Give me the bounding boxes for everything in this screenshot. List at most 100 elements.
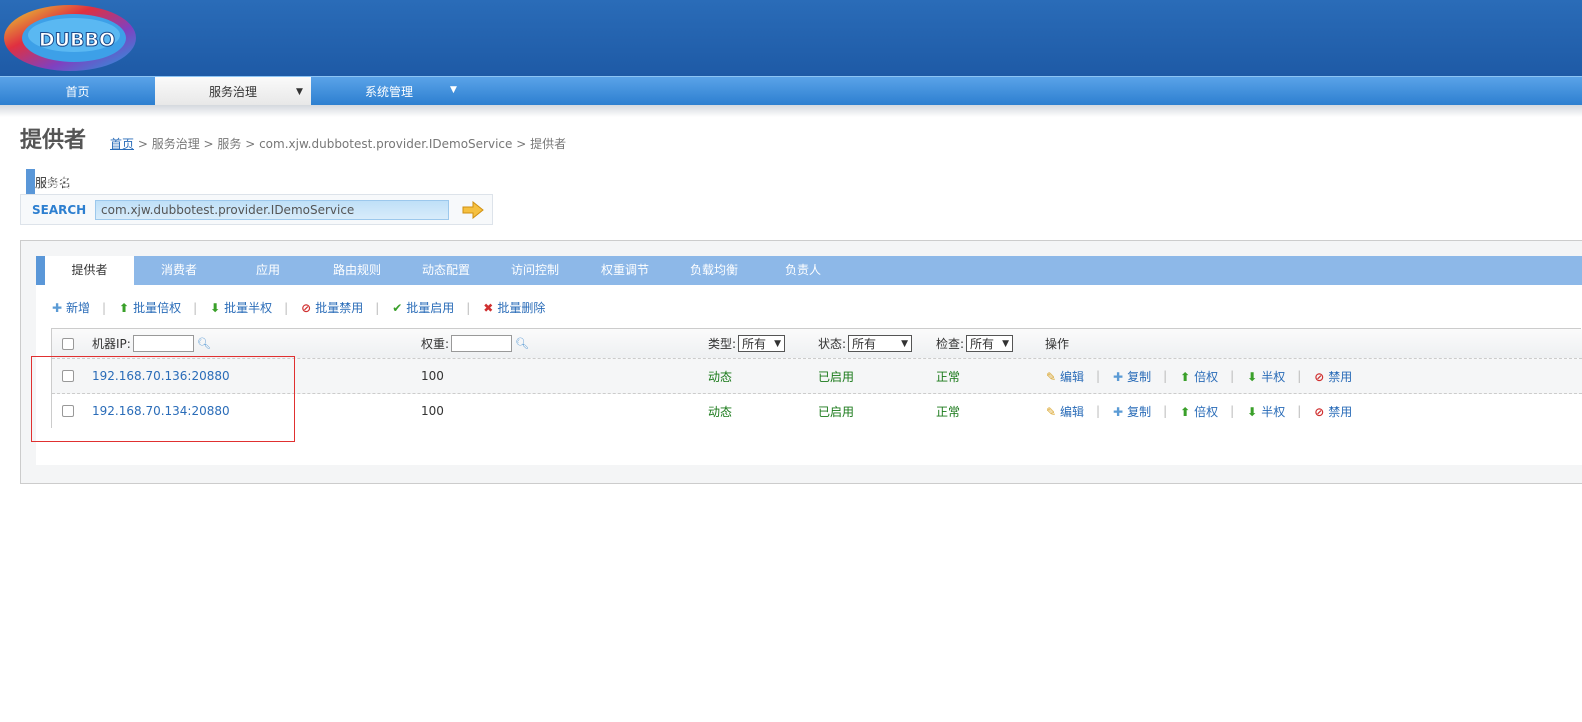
batch-disable-button[interactable]: ⊘ 批量禁用	[300, 299, 363, 316]
half-weight-button[interactable]: ⬇ 半权	[1246, 368, 1285, 385]
search-input[interactable]	[95, 200, 449, 220]
search-box: SEARCH	[20, 194, 493, 225]
ops-column-header: 操作	[1045, 337, 1070, 351]
nav-system-admin-label: 系统管理	[364, 85, 413, 99]
tab-routes[interactable]: 路由规则	[312, 256, 402, 285]
edit-label: 编辑	[1060, 404, 1085, 419]
dropdown-arrow-icon: ▼	[450, 85, 457, 95]
arrow-up-icon: ⬆	[1180, 369, 1191, 384]
status-filter-value: 所有	[852, 337, 877, 351]
double-weight-button[interactable]: ⬆ 倍权	[1179, 403, 1218, 420]
tab-dynamic-config[interactable]: 动态配置	[402, 256, 490, 285]
copy-button[interactable]: ✚ 复制	[1112, 403, 1151, 420]
arrow-up-icon: ⬆	[1180, 404, 1191, 419]
check-value: 正常	[936, 404, 961, 419]
ip-filter-input[interactable]	[132, 335, 194, 352]
arrow-down-icon: ⬇	[1247, 369, 1258, 384]
batch-delete-label: 批量删除	[497, 301, 546, 315]
tab-access-control[interactable]: 访问控制	[490, 256, 580, 285]
nav-system-admin[interactable]: 系统管理 ▼	[311, 77, 467, 105]
add-button[interactable]: ✚ 新增	[51, 299, 90, 316]
search-icon[interactable]: 🔍︎	[197, 337, 211, 350]
ban-icon: ⊘	[1314, 369, 1325, 384]
chevron-down-icon: ▼	[774, 338, 781, 349]
check-icon: ✔	[392, 301, 403, 315]
select-all-checkbox[interactable]	[62, 337, 74, 350]
plus-icon: ✚	[1113, 369, 1124, 384]
search-arrow-icon[interactable]	[462, 201, 484, 219]
batch-double-weight-label: 批量倍权	[133, 301, 182, 315]
breadcrumb-home-link[interactable]: 首页	[110, 137, 134, 151]
double-weight-button[interactable]: ⬆ 倍权	[1179, 368, 1218, 385]
batch-double-weight-button[interactable]: ⬆ 批量倍权	[118, 299, 181, 316]
divider: |	[1096, 404, 1101, 418]
divider: |	[1230, 369, 1235, 383]
disable-button[interactable]: ⊘ 禁用	[1313, 368, 1352, 385]
plus-icon: ✚	[51, 301, 63, 315]
tab-owners[interactable]: 负责人	[758, 256, 848, 285]
add-label: 新增	[66, 301, 91, 315]
tab-providers[interactable]: 提供者	[36, 256, 134, 285]
batch-half-weight-button[interactable]: ⬇ 批量半权	[209, 299, 272, 316]
batch-toolbar: ✚ 新增 | ⬆ 批量倍权 | ⬇ 批量半权 | ⊘ 批量禁用 | ✔ 批量启用 | ✖ 批量删除	[51, 299, 545, 316]
divider: |	[466, 301, 471, 315]
main-nav: 首页 服务治理 ▼ 系统管理 ▼	[0, 76, 1582, 105]
tab-applications[interactable]: 应用	[224, 256, 312, 285]
pencil-icon: ✎	[1045, 404, 1057, 419]
arrow-down-icon: ⬇	[210, 301, 221, 315]
status-filter-select[interactable]: 所有 ▼	[848, 335, 913, 352]
nav-service-governance[interactable]: 服务治理 ▼	[155, 77, 311, 105]
weight-filter-input[interactable]	[451, 335, 513, 352]
half-weight-label: 半权	[1261, 369, 1286, 384]
dubbo-logo[interactable]: DUBBO	[2, 2, 144, 74]
batch-disable-label: 批量禁用	[315, 301, 364, 315]
status-value: 已启用	[818, 404, 855, 419]
svg-text:DUBBO: DUBBO	[39, 29, 115, 51]
half-weight-button[interactable]: ⬇ 半权	[1246, 403, 1285, 420]
divider: |	[102, 301, 107, 315]
pencil-icon: ✎	[1045, 369, 1057, 384]
tab-weights[interactable]: 权重调节	[580, 256, 670, 285]
page-title: 提供者	[20, 128, 87, 153]
plus-icon: ✚	[1113, 404, 1124, 419]
weight-value: 100	[421, 369, 444, 383]
type-column-header: 类型:	[708, 337, 737, 351]
tab-consumers[interactable]: 消费者	[134, 256, 224, 285]
double-weight-label: 倍权	[1194, 369, 1219, 384]
dropdown-arrow-icon: ▼	[296, 87, 303, 97]
type-value: 动态	[708, 369, 733, 384]
batch-enable-button[interactable]: ✔ 批量启用	[391, 299, 454, 316]
divider: |	[375, 301, 380, 315]
weight-column-header: 权重:	[421, 337, 450, 351]
edit-button[interactable]: ✎ 编辑	[1045, 368, 1084, 385]
divider: |	[284, 301, 289, 315]
batch-delete-button[interactable]: ✖ 批量删除	[482, 299, 545, 316]
check-filter-value: 所有	[970, 337, 995, 351]
disable-label: 禁用	[1328, 369, 1353, 384]
type-value: 动态	[708, 404, 733, 419]
batch-enable-label: 批量启用	[406, 301, 455, 315]
table-header-row: 机器IP: 🔍︎ 权重: 🔍︎ 类型: 所有 ▼ 状态: 所有 ▼ 检查: 所有 ▼ …	[52, 329, 1582, 359]
divider: |	[1297, 369, 1302, 383]
check-filter-select[interactable]: 所有 ▼	[966, 335, 1013, 352]
divider: |	[1163, 369, 1168, 383]
arrow-down-icon: ⬇	[1247, 404, 1258, 419]
divider: |	[1297, 404, 1302, 418]
copy-button[interactable]: ✚ 复制	[1112, 368, 1151, 385]
divider: |	[193, 301, 198, 315]
search-icon[interactable]: 🔍︎	[515, 337, 529, 350]
annotation-highlight-box	[31, 356, 295, 442]
tab-load-balance[interactable]: 负载均衡	[670, 256, 758, 285]
nav-service-governance-label: 服务治理	[208, 85, 257, 99]
copy-label: 复制	[1127, 404, 1152, 419]
status-column-header: 状态:	[818, 337, 847, 351]
ban-icon: ⊘	[1314, 404, 1325, 419]
disable-button[interactable]: ⊘ 禁用	[1313, 403, 1352, 420]
edit-button[interactable]: ✎ 编辑	[1045, 403, 1084, 420]
weight-value: 100	[421, 404, 444, 418]
nav-home[interactable]: 首页	[0, 77, 155, 105]
divider: |	[1096, 369, 1101, 383]
edit-label: 编辑	[1060, 369, 1085, 384]
double-weight-label: 倍权	[1194, 404, 1219, 419]
type-filter-select[interactable]: 所有 ▼	[738, 335, 785, 352]
